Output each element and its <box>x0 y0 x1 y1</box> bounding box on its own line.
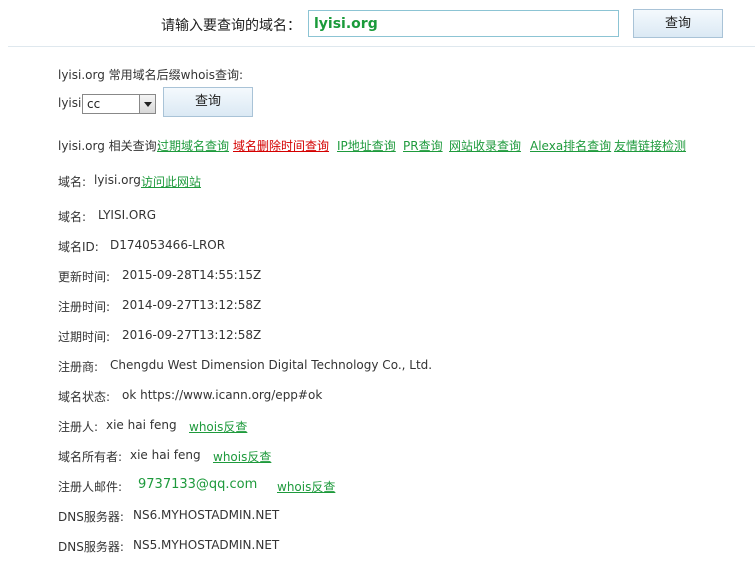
owner-reverse-whois-link[interactable]: whois反查 <box>213 448 271 465</box>
related-link-friend[interactable]: 友情链接检测 <box>614 137 686 154</box>
whois-domain-value: LYISI.ORG <box>98 208 157 222</box>
related-link-pr[interactable]: PR查询 <box>403 137 443 154</box>
suffix-select[interactable]: cc <box>82 94 156 114</box>
whois-created-value: 2014-09-27T13:12:58Z <box>122 298 262 312</box>
whois-status-label: 域名状态: <box>58 390 111 404</box>
related-link-ip[interactable]: IP地址查询 <box>337 137 396 154</box>
email-reverse-whois-link[interactable]: whois反查 <box>277 478 335 495</box>
whois-dns1-label: DNS服务器: <box>58 510 124 524</box>
whois-updated-value: 2015-09-28T14:55:15Z <box>122 268 262 282</box>
related-link-expired[interactable]: 过期域名查询 <box>157 137 229 154</box>
whois-id-label: 域名ID: <box>58 240 99 254</box>
whois-registrant-label: 注册人: <box>58 420 99 434</box>
whois-owner-value: xie hai feng <box>130 448 201 462</box>
chevron-down-icon <box>139 95 155 113</box>
whois-dns1-value: NS6.MYHOSTADMIN.NET <box>133 508 280 522</box>
site-domain: lyisi.org <box>94 173 141 187</box>
site-label: 域名: <box>58 175 87 189</box>
search-prompt: 请输入要查询的域名： <box>161 18 301 34</box>
suffix-select-value: cc <box>87 97 101 111</box>
whois-registrant-value: xie hai feng <box>106 418 177 432</box>
whois-expires-label: 过期时间: <box>58 330 111 344</box>
related-link-delete-time[interactable]: 域名删除时间查询 <box>233 137 329 154</box>
whois-registrar-value: Chengdu West Dimension Digital Technolog… <box>110 358 433 372</box>
whois-dns2-label: DNS服务器: <box>58 540 124 554</box>
search-button[interactable]: 查询 <box>633 9 723 38</box>
related-link-index[interactable]: 网站收录查询 <box>449 137 521 154</box>
whois-email-value: 9737133@qq.com <box>138 477 258 492</box>
visit-site-link[interactable]: 访问此网站 <box>141 173 201 190</box>
whois-dns2-value: NS5.MYHOSTADMIN.NET <box>133 538 280 552</box>
whois-domain-label: 域名: <box>58 210 87 224</box>
whois-registrar-label: 注册商: <box>58 360 99 374</box>
related-label: lyisi.org 相关查询: <box>58 139 161 153</box>
whois-email-label: 注册人邮件: <box>58 480 123 494</box>
whois-status-value: ok https://www.icann.org/epp#ok <box>122 388 323 402</box>
whois-updated-label: 更新时间: <box>58 270 111 284</box>
suffix-search-button[interactable]: 查询 <box>163 87 253 117</box>
whois-expires-value: 2016-09-27T13:12:58Z <box>122 328 262 342</box>
whois-owner-label: 域名所有者: <box>58 450 123 464</box>
domain-search-input[interactable] <box>308 10 619 37</box>
suffix-heading: lyisi.org 常用域名后缀whois查询: <box>58 68 244 82</box>
search-bar: 请输入要查询的域名： 查询 <box>0 0 755 48</box>
registrant-reverse-whois-link[interactable]: whois反查 <box>189 418 247 435</box>
whois-id-value: D174053466-LROR <box>110 238 226 252</box>
whois-created-label: 注册时间: <box>58 300 111 314</box>
related-link-alexa[interactable]: Alexa排名查询 <box>530 137 611 154</box>
header-divider <box>8 46 755 47</box>
